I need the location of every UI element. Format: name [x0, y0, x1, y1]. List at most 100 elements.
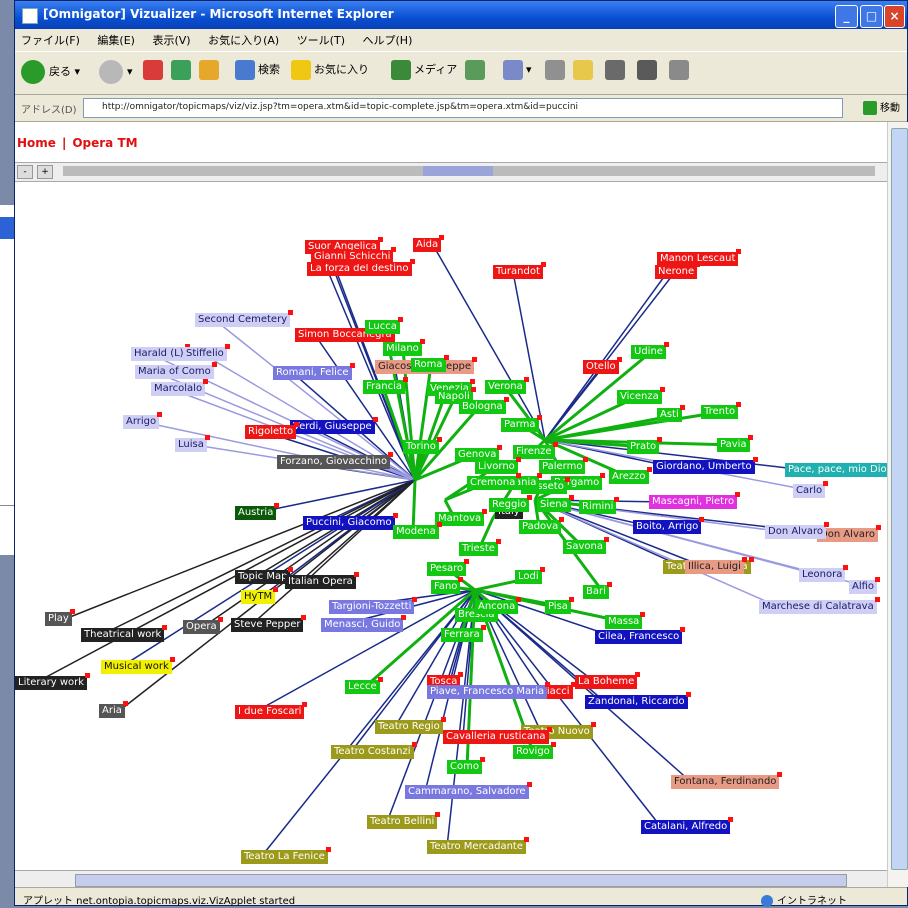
- horizontal-scroll-thumb[interactable]: [75, 874, 847, 887]
- vertical-scrollbar[interactable]: [887, 122, 908, 887]
- refresh-button[interactable]: [171, 60, 194, 80]
- graph-node[interactable]: I due Foscari: [235, 702, 308, 719]
- stop-button[interactable]: [143, 60, 166, 80]
- graph-node[interactable]: Aria: [99, 701, 128, 718]
- forward-button[interactable]: ▾: [99, 60, 133, 84]
- graph-node[interactable]: Boito, Arrigo: [633, 517, 705, 534]
- graph-node[interactable]: Modena: [393, 522, 442, 539]
- graph-node[interactable]: Mantova: [435, 509, 488, 526]
- graph-node[interactable]: Udine: [631, 342, 669, 359]
- zoom-thumb[interactable]: [423, 166, 493, 176]
- graph-node[interactable]: Lecce: [345, 677, 383, 694]
- graph-node[interactable]: Arrigo: [123, 412, 163, 429]
- graph-node[interactable]: Rimini: [579, 497, 620, 514]
- menu-tools[interactable]: ツール(T): [291, 29, 353, 48]
- graph-node[interactable]: Pace, pace, mio Dio: [785, 463, 887, 477]
- graph-node[interactable]: Cilea, Francesco: [595, 627, 686, 644]
- graph-node[interactable]: Topic Map: [235, 567, 294, 584]
- menu-favorites[interactable]: お気に入り(A): [202, 29, 287, 48]
- graph-node[interactable]: Menasci, Guido: [321, 615, 407, 632]
- graph-node[interactable]: Torino: [403, 437, 442, 454]
- search-button[interactable]: 検索: [235, 60, 280, 80]
- graph-node[interactable]: Second Cemetery: [195, 310, 294, 327]
- graph-node[interactable]: Verdi, Giuseppe: [290, 417, 378, 434]
- graph-node[interactable]: Literary work: [15, 673, 91, 690]
- graph-node[interactable]: Savona: [563, 537, 609, 554]
- graph-node[interactable]: Ferrara: [441, 625, 486, 642]
- graph-node[interactable]: Romani, Felice: [273, 363, 355, 380]
- graph-node[interactable]: Alfio: [849, 577, 881, 594]
- zoom-in-button[interactable]: +: [37, 165, 53, 179]
- graph-node[interactable]: Rovigo: [513, 742, 556, 759]
- messenger-button[interactable]: [669, 60, 692, 80]
- graph-node[interactable]: Fontana, Ferdinando: [671, 772, 783, 789]
- graph-node[interactable]: Nerone: [655, 262, 701, 279]
- graph-node[interactable]: La Boheme: [575, 672, 641, 689]
- graph-node[interactable]: Forzano, Giovacchino: [277, 452, 394, 469]
- graph-node[interactable]: Fano: [431, 577, 464, 594]
- mail-button[interactable]: ▾: [503, 60, 532, 80]
- graph-node[interactable]: Rigoletto: [245, 422, 300, 439]
- graph-node[interactable]: Theatrical work: [81, 625, 168, 642]
- graph-node[interactable]: Stiffelio: [183, 344, 230, 361]
- graph-node[interactable]: Piave, Francesco Maria: [427, 682, 551, 699]
- research-button[interactable]: [637, 60, 660, 80]
- favorites-button[interactable]: お気に入り: [291, 60, 369, 80]
- graph-node[interactable]: Vicenza: [617, 387, 665, 404]
- menu-view[interactable]: 表示(V): [146, 29, 198, 48]
- graph-node[interactable]: Teatro Regio: [375, 717, 446, 734]
- graph-node[interactable]: Reggio: [489, 495, 533, 512]
- graph-node[interactable]: Massa: [605, 612, 646, 629]
- graph-node[interactable]: Padova: [519, 517, 565, 534]
- minimize-button[interactable]: _: [835, 5, 858, 28]
- graph-node[interactable]: HyTM: [241, 587, 279, 604]
- graph-node[interactable]: Puccini, Giacomo: [303, 513, 398, 530]
- go-button[interactable]: 移動: [863, 99, 900, 115]
- graph-node[interactable]: Targioni-Tozzetti: [329, 597, 418, 614]
- breadcrumb-home[interactable]: Home: [17, 136, 56, 150]
- graph-node[interactable]: Giordano, Umberto: [653, 457, 758, 474]
- graph-node[interactable]: Verona: [485, 377, 529, 394]
- graph-node[interactable]: Harald (L): [131, 344, 190, 361]
- graph-node[interactable]: Trieste: [459, 539, 501, 556]
- close-button[interactable]: ×: [884, 5, 905, 28]
- graph-node[interactable]: Aida: [413, 235, 445, 252]
- zoom-scrollbar[interactable]: - +: [15, 162, 887, 182]
- graph-node[interactable]: Cremona: [467, 473, 522, 490]
- zoom-out-button[interactable]: -: [17, 165, 33, 179]
- menu-help[interactable]: ヘルプ(H): [357, 29, 421, 48]
- graph-node[interactable]: Maria of Como: [135, 362, 217, 379]
- graph-node[interactable]: Marchese di Calatrava: [759, 597, 880, 614]
- graph-node[interactable]: Otello: [583, 357, 622, 374]
- menu-edit[interactable]: 編集(E): [91, 29, 143, 48]
- graph-node[interactable]: Asti: [657, 405, 685, 422]
- graph-node[interactable]: Manon Lescaut: [657, 249, 742, 266]
- graph-node[interactable]: Teatro Mercadante: [427, 837, 529, 854]
- graph-node[interactable]: Parma: [501, 415, 541, 432]
- horizontal-scrollbar[interactable]: [15, 870, 887, 887]
- graph-node[interactable]: Ancona: [475, 597, 522, 614]
- graph-node[interactable]: Carlo: [793, 481, 829, 498]
- graph-node[interactable]: Trento: [701, 402, 742, 419]
- graph-node[interactable]: Bologna: [459, 397, 509, 414]
- graph-node[interactable]: Turandot: [493, 262, 546, 279]
- graph-node[interactable]: Musical work: [101, 657, 175, 674]
- menu-file[interactable]: ファイル(F): [15, 29, 88, 48]
- graph-node[interactable]: Play: [45, 609, 75, 626]
- graph-node[interactable]: Bari: [583, 582, 612, 599]
- graph-node[interactable]: Lodi: [515, 567, 545, 584]
- graph-node[interactable]: La forza del destino: [307, 259, 415, 276]
- graph-node[interactable]: Austria: [235, 503, 280, 520]
- media-button[interactable]: メディア: [391, 60, 457, 80]
- graph-node[interactable]: Italian Opera: [285, 572, 359, 589]
- graph-node[interactable]: Livorno: [475, 457, 521, 474]
- graph-node[interactable]: Lucca: [365, 317, 403, 334]
- maximize-button[interactable]: □: [860, 5, 883, 28]
- graph-node[interactable]: Prato: [627, 437, 663, 454]
- graph-node[interactable]: Teatro Bellini: [367, 812, 441, 829]
- graph-node[interactable]: Opera: [183, 617, 223, 634]
- graph-node[interactable]: Como: [447, 757, 485, 774]
- graph-node[interactable]: Teatro La Fenice: [241, 847, 331, 864]
- address-field[interactable]: http://omnigator/topicmaps/viz/viz.jsp?t…: [83, 98, 843, 118]
- graph-node[interactable]: Gianni Schicchi: [311, 247, 397, 264]
